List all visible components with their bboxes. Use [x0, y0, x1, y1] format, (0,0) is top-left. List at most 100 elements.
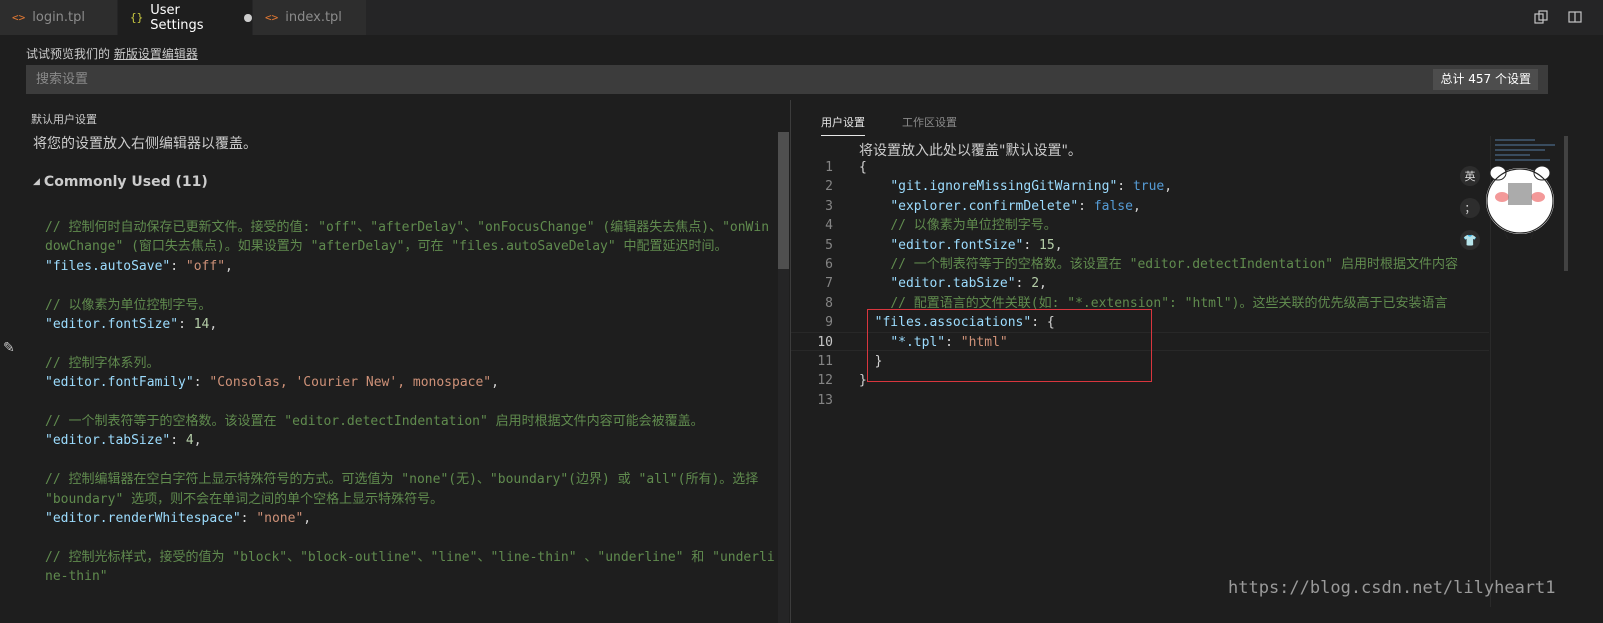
code-token: "editor.tabSize"	[890, 276, 1016, 292]
preview-notice: 试试预览我们的 新版设置编辑器	[26, 45, 198, 62]
preview-text: 试试预览我们的	[26, 47, 111, 61]
pane-hint: 将您的设置放入右侧编辑器以覆盖。	[33, 136, 257, 152]
meme-sticker-icon	[1484, 165, 1556, 244]
code-token: "explorer.confirmDelete"	[890, 198, 1079, 214]
code-token: ,	[1132, 198, 1141, 214]
setting-key: "editor.fontSize"	[45, 317, 179, 333]
setting-comment: // 控制编辑器在空白字符上显示特殊符号的方式。可选值为 "none"(无)、"…	[45, 472, 767, 507]
line-number: 5	[825, 237, 833, 253]
line-number: 10	[817, 334, 833, 350]
watermark: https://blog.csdn.net/lilyheart1	[1228, 578, 1556, 598]
line-number: 11	[817, 354, 833, 370]
default-settings-pane: 默认用户设置 将您的设置放入右侧编辑器以覆盖。 ◢ Commonly Used (…	[0, 100, 790, 623]
setting-block[interactable]: // 以像素为单位控制字号。 "editor.fontSize": 14,	[45, 296, 775, 335]
code-line[interactable]	[859, 391, 1489, 410]
line-number: 13	[817, 392, 833, 408]
code-token: ,	[1054, 237, 1063, 253]
tab-user-settings-scope[interactable]: 用户设置	[821, 114, 865, 136]
setting-value: "none"	[256, 511, 304, 527]
left-scrollbar[interactable]	[778, 132, 789, 623]
section-label: Commonly Used (11)	[43, 174, 208, 190]
line-number: 9	[825, 315, 833, 331]
setting-block[interactable]: // 控制光标样式，接受的值为 "block"、"block-outline"、…	[45, 548, 775, 587]
default-settings-code[interactable]: // 控制何时自动保存已更新文件。接受的值: "off"、"afterDelay…	[45, 218, 775, 606]
setting-key: "files.autoSave"	[45, 258, 171, 274]
unsaved-dot-icon[interactable]	[244, 13, 252, 22]
tab-login-tpl[interactable]: <> login.tpl	[0, 0, 118, 35]
line-number: 7	[825, 276, 833, 292]
setting-comment: // 一个制表符等于的空格数。该设置在 "editor.detectIndent…	[45, 414, 704, 430]
highlight-annotation-box	[867, 309, 1152, 382]
comma: ,	[303, 511, 312, 527]
code-line[interactable]: {	[859, 158, 1489, 177]
split-editor-icon[interactable]	[1565, 7, 1585, 27]
code-line[interactable]: "editor.fontSize": 15,	[859, 236, 1489, 255]
tab-user-settings[interactable]: {} User Settings	[118, 0, 253, 35]
setting-block[interactable]: // 控制何时自动保存已更新文件。接受的值: "off"、"afterDelay…	[45, 218, 775, 276]
code-token: }	[859, 373, 867, 389]
collapse-triangle-icon: ◢	[33, 177, 40, 187]
setting-key: "editor.tabSize"	[45, 433, 171, 449]
setting-block[interactable]: // 控制字体系列。 "editor.fontFamily": "Consolas…	[45, 354, 775, 393]
ime-floating-toolbar: 英 ； 👕	[1460, 166, 1480, 250]
code-token: true	[1132, 179, 1165, 195]
ime-punctuation-button[interactable]: ；	[1460, 198, 1480, 218]
ime-language-button[interactable]: 英	[1460, 166, 1480, 186]
setting-value: "Consolas, 'Courier New', monospace"	[209, 375, 492, 391]
edit-pencil-icon[interactable]: ✎	[3, 340, 15, 356]
tab-label: User Settings	[150, 2, 204, 33]
scrollbar-thumb[interactable]	[778, 132, 789, 269]
comma: ,	[491, 375, 499, 391]
setting-key: "editor.fontFamily"	[45, 375, 194, 391]
tab-workspace-settings-scope[interactable]: 工作区设置	[902, 114, 957, 130]
colon: :	[170, 433, 186, 449]
code-token: false	[1093, 198, 1133, 214]
setting-value: 14	[193, 317, 210, 333]
code-line[interactable]: "explorer.confirmDelete": false,	[859, 197, 1489, 216]
comma: ,	[225, 258, 233, 274]
code-token: ,	[1039, 276, 1047, 292]
setting-comment: // 控制光标样式，接受的值为 "block"、"block-outline"、…	[45, 549, 775, 585]
line-number: 4	[825, 218, 833, 234]
comma: ,	[193, 433, 202, 449]
code-token: // 一个制表符等于的空格数。该设置在 "editor.detectIndent…	[890, 256, 1458, 272]
code-line[interactable]: // 以像素为单位控制字号。	[859, 216, 1489, 235]
code-token: :	[1023, 237, 1040, 253]
code-token: "git.ignoreMissingGitWarning"	[890, 179, 1118, 195]
new-settings-editor-link[interactable]: 新版设置编辑器	[114, 47, 198, 61]
setting-block[interactable]: // 一个制表符等于的空格数。该设置在 "editor.detectIndent…	[45, 412, 775, 451]
line-number: 8	[825, 295, 833, 311]
json-file-icon: {}	[130, 11, 144, 24]
code-token: // 以像素为单位控制字号。	[890, 218, 1057, 234]
open-settings-icon[interactable]	[1531, 7, 1551, 27]
tab-bar: <> login.tpl {} User Settings <> index.t…	[0, 0, 1603, 35]
code-token: :	[1015, 276, 1032, 292]
editor-scrollbar[interactable]	[1564, 136, 1568, 271]
search-input[interactable]	[26, 65, 1326, 94]
colon: :	[240, 511, 257, 527]
user-settings-pane: 用户设置 工作区设置 将设置放入此处以覆盖"默认设置"。 1 2 3 4 5 6 7 8 9 10…	[791, 100, 1603, 623]
line-number: 6	[825, 257, 833, 273]
code-line[interactable]: // 一个制表符等于的空格数。该设置在 "editor.detectIndent…	[859, 255, 1489, 274]
code-line[interactable]: "git.ignoreMissingGitWarning": true,	[859, 177, 1489, 196]
code-line[interactable]: "editor.tabSize": 2,	[859, 274, 1489, 293]
ime-skin-button[interactable]: 👕	[1460, 230, 1480, 250]
setting-block[interactable]: // 控制编辑器在空白字符上显示特殊符号的方式。可选值为 "none"(无)、"…	[45, 470, 775, 528]
line-number: 2	[825, 179, 833, 195]
pane-title: 默认用户设置	[31, 113, 97, 126]
settings-count-badge: 总计 457 个设置	[1433, 69, 1538, 90]
code-token: ,	[1164, 179, 1173, 195]
setting-comment: // 控制字体系列。	[45, 355, 160, 371]
tab-index-tpl[interactable]: <> index.tpl	[253, 0, 367, 35]
colon: :	[178, 317, 194, 333]
code-token: 2	[1031, 276, 1040, 292]
colon: :	[170, 258, 186, 274]
colon: :	[193, 375, 210, 391]
html-file-icon: <>	[265, 11, 279, 24]
line-number: 1	[825, 160, 833, 175]
line-number-gutter: 1 2 3 4 5 6 7 8 9 10 11 12 13	[811, 158, 833, 410]
section-header[interactable]: ◢ Commonly Used (11)	[33, 174, 208, 190]
setting-key: "editor.renderWhitespace"	[45, 511, 241, 527]
setting-comment: // 控制何时自动保存已更新文件。接受的值: "off"、"afterDelay…	[45, 220, 770, 255]
line-number: 3	[825, 198, 833, 214]
